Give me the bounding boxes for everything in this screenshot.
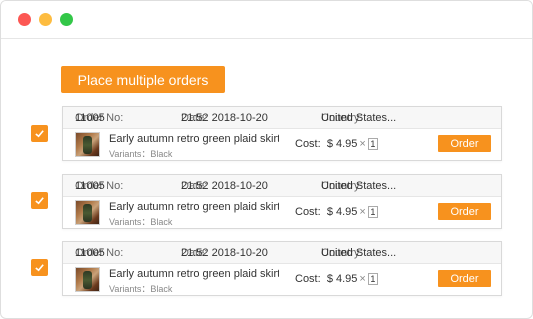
order-button[interactable]: Order: [438, 135, 491, 152]
product-title[interactable]: Early autumn retro green plaid skirt...: [109, 268, 279, 280]
product-title[interactable]: Early autumn retro green plaid skirt...: [109, 201, 279, 213]
order-card: Order No: 11005 Date: 21:52 2018-10-20 C…: [62, 174, 502, 229]
product-thumbnail[interactable]: [75, 132, 100, 157]
product-thumbnail[interactable]: [75, 200, 100, 225]
product-variants: Variants：Black: [109, 284, 173, 294]
checkmark-icon: [35, 197, 44, 205]
order-card-header: Order No: 11005 Date: 21:52 2018-10-20 C…: [63, 242, 501, 264]
order-card-header: Order No: 11005 Date: 21:52 2018-10-20 C…: [63, 175, 501, 197]
order-checkbox[interactable]: [31, 192, 48, 209]
place-multiple-orders-button[interactable]: Place multiple orders: [61, 66, 225, 93]
product-variants: Variants：Black: [109, 149, 173, 159]
product-variants: Variants：Black: [109, 217, 173, 227]
order-checkbox[interactable]: [31, 259, 48, 276]
order-cost: Cost: $ 4.95 × 1: [295, 138, 378, 150]
order-cost: Cost: $ 4.95 × 1: [295, 206, 378, 218]
quantity-box: 1: [367, 138, 378, 150]
order-checkbox[interactable]: [31, 125, 48, 142]
app-window: Place multiple orders Order No: 11005 Da…: [0, 0, 533, 319]
order-card: Order No: 11005 Date: 21:52 2018-10-20 C…: [62, 106, 502, 161]
product-title[interactable]: Early autumn retro green plaid skirt...: [109, 133, 279, 145]
order-button[interactable]: Order: [438, 203, 491, 220]
order-card-header: Order No: 11005 Date: 21:52 2018-10-20 C…: [63, 107, 501, 129]
title-bar: [1, 1, 532, 39]
order-card: Order No: 11005 Date: 21:52 2018-10-20 C…: [62, 241, 502, 296]
quantity-box: 1: [367, 273, 378, 285]
checkmark-icon: [35, 264, 44, 272]
close-window-button[interactable]: [18, 13, 31, 26]
order-button[interactable]: Order: [438, 270, 491, 287]
maximize-window-button[interactable]: [60, 13, 73, 26]
product-thumbnail[interactable]: [75, 267, 100, 292]
order-cost: Cost: $ 4.95 × 1: [295, 273, 378, 285]
minimize-window-button[interactable]: [39, 13, 52, 26]
checkmark-icon: [35, 130, 44, 138]
quantity-box: 1: [367, 206, 378, 218]
